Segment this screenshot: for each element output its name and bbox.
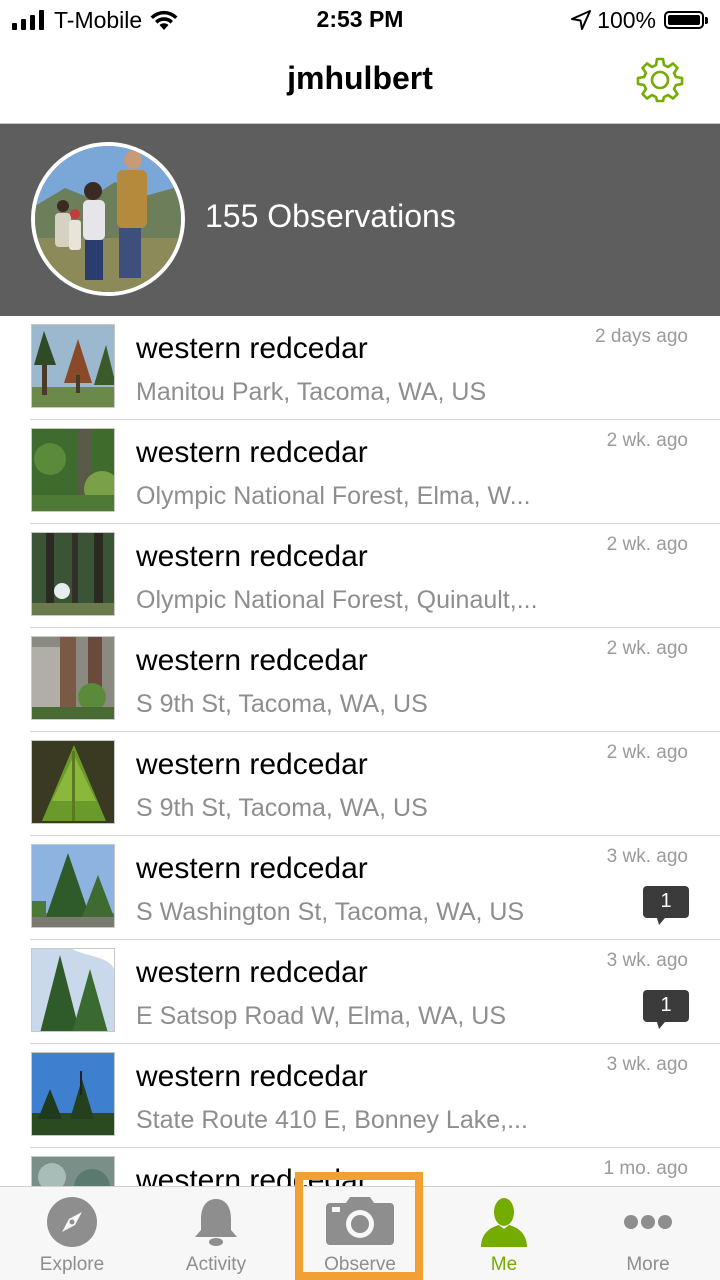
- observation-time: 3 wk. ago: [606, 950, 688, 971]
- list-item[interactable]: western redcedar Olympic National Forest…: [0, 420, 720, 524]
- observation-time: 2 wk. ago: [606, 638, 688, 659]
- tab-label: Activity: [185, 1254, 247, 1275]
- tab-label: Explore: [39, 1254, 105, 1275]
- page-title: jmhulbert: [287, 60, 433, 96]
- person-icon: [481, 1198, 527, 1247]
- avatar-photo: [35, 146, 181, 292]
- gear-icon[interactable]: [636, 56, 684, 104]
- status-bar: T-Mobile 2:53 PM 100%: [0, 0, 720, 40]
- comment-badge: 1: [643, 990, 689, 1030]
- observation-name: western redcedar: [136, 1060, 368, 1093]
- observation-thumbnail: [31, 740, 115, 824]
- ellipsis-icon: [624, 1215, 672, 1229]
- observation-time: 2 wk. ago: [606, 430, 688, 451]
- list-item[interactable]: western redcedar S 9th St, Tacoma, WA, U…: [0, 628, 720, 732]
- list-item[interactable]: western redcedar Manitou Park, Tacoma, W…: [0, 316, 720, 420]
- observation-time: 2 days ago: [595, 326, 688, 347]
- observation-place: S 9th St, Tacoma, WA, US: [136, 690, 428, 718]
- observation-time: 3 wk. ago: [606, 846, 688, 867]
- list-item[interactable]: western redcedar E Satsop Road W, Elma, …: [0, 940, 720, 1044]
- tab-more[interactable]: More: [576, 1187, 720, 1280]
- observation-name: western redcedar: [136, 644, 368, 677]
- observation-thumbnail: [31, 1156, 115, 1186]
- list-item[interactable]: western redcedar S 9th St, Tacoma, WA, U…: [0, 732, 720, 836]
- observation-thumbnail: [31, 532, 115, 616]
- battery-tip: [705, 16, 708, 24]
- list-item[interactable]: western redcedar S Washington St, Tacoma…: [0, 836, 720, 940]
- comment-count: 1: [660, 994, 672, 1016]
- observation-place: S 9th St, Tacoma, WA, US: [136, 794, 428, 822]
- tab-me[interactable]: Me: [432, 1187, 576, 1280]
- observation-time: 2 wk. ago: [606, 534, 688, 555]
- observation-place: Manitou Park, Tacoma, WA, US: [136, 378, 487, 406]
- tab-explore[interactable]: Explore: [0, 1187, 144, 1280]
- list-item[interactable]: western redcedar State Route 410 E, Bonn…: [0, 1044, 720, 1148]
- observation-name: western redcedar: [136, 332, 368, 365]
- observation-name: western redcedar: [136, 436, 368, 469]
- observation-thumbnail: [31, 636, 115, 720]
- observation-time: 2 wk. ago: [606, 742, 688, 763]
- observation-count: 155 Observations: [205, 198, 456, 234]
- observation-place: Olympic National Forest, Quinault,...: [136, 586, 538, 614]
- observation-thumbnail: [31, 324, 115, 408]
- observation-time: 3 wk. ago: [606, 1054, 688, 1075]
- list-item[interactable]: western redcedar Olympic National Forest…: [0, 524, 720, 628]
- observation-thumbnail: [31, 844, 115, 928]
- observation-thumbnail: [31, 948, 115, 1032]
- location-arrow-icon: [571, 10, 592, 30]
- avatar[interactable]: [31, 142, 185, 296]
- observation-time: 1 mo. ago: [603, 1158, 689, 1179]
- tab-label: More: [626, 1254, 670, 1275]
- tab-activity[interactable]: Activity: [144, 1187, 288, 1280]
- status-right: 100%: [571, 6, 708, 34]
- comment-badge: 1: [643, 886, 689, 926]
- observation-place: E Satsop Road W, Elma, WA, US: [136, 1002, 507, 1030]
- tab-label: Me: [490, 1254, 518, 1275]
- observation-list[interactable]: western redcedar Manitou Park, Tacoma, W…: [0, 316, 720, 1186]
- profile-header: 155 Observations: [0, 124, 720, 316]
- observation-thumbnail: [31, 1052, 115, 1136]
- nav-bar: jmhulbert: [0, 40, 720, 124]
- observation-name: western redcedar: [136, 956, 368, 989]
- bell-icon: [195, 1199, 237, 1246]
- battery-percent: 100%: [597, 6, 656, 33]
- observation-place: State Route 410 E, Bonney Lake,...: [136, 1106, 528, 1134]
- observation-place: S Washington St, Tacoma, WA, US: [136, 898, 525, 926]
- observation-name: western redcedar: [136, 748, 368, 781]
- observation-place: Olympic National Forest, Elma, W...: [136, 482, 531, 510]
- compass-icon: [47, 1197, 97, 1247]
- app-screen: T-Mobile 2:53 PM 100% jmhulbert 155 Obse…: [0, 0, 720, 1280]
- observation-name: western redcedar: [136, 540, 368, 573]
- observation-name: western redcedar: [136, 852, 368, 885]
- observe-highlight: [295, 1172, 423, 1280]
- comment-count: 1: [660, 890, 672, 912]
- observation-thumbnail: [31, 428, 115, 512]
- battery-icon: [664, 11, 704, 29]
